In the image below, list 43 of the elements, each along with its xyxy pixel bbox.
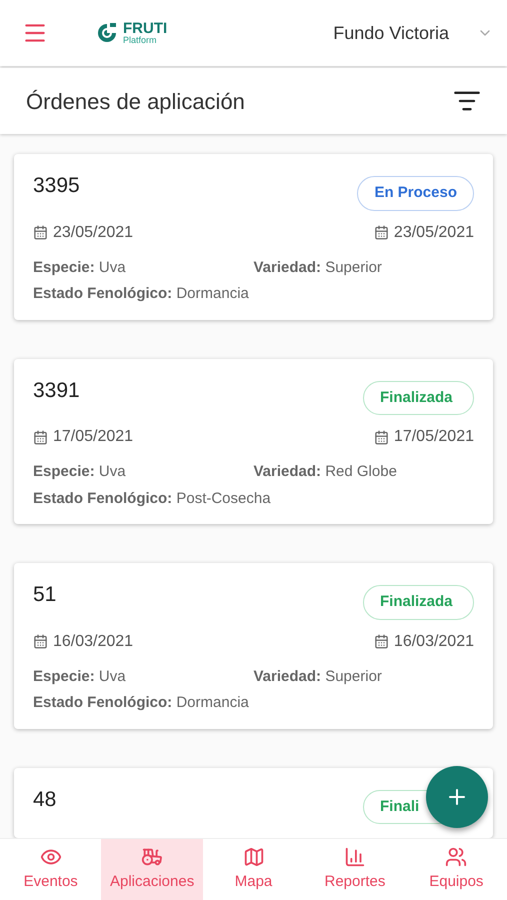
calendar-icon (33, 430, 48, 444)
field-text: Especie: Uva (33, 462, 127, 482)
status-badge: Finalizada (363, 585, 474, 620)
end-date: 17/05/2021 (394, 427, 474, 447)
field-text: Especie: Uva (33, 258, 127, 278)
order-number: 3395 (33, 173, 80, 199)
nav-tab[interactable]: Mapa (202, 839, 304, 900)
users-icon (445, 846, 468, 868)
order-card[interactable]: 3391 Finalizada 17/05/2021 17/05/2021 Especie: Uva Variedad: Red Globe Estado Fenológico: Post-Cosecha (14, 358, 493, 524)
field-text: Variedad: Red Globe (254, 462, 398, 482)
map-icon (242, 846, 265, 868)
status-badge: En Proceso (357, 176, 474, 210)
calendar-icon (374, 634, 389, 649)
brand-name: FRUTI (123, 21, 168, 36)
order-number: 48 (33, 786, 56, 812)
calendar-icon (33, 634, 48, 649)
start-date: 17/05/2021 (53, 427, 134, 447)
order-number: 3391 (33, 378, 80, 404)
nav-tab[interactable]: Equipos (406, 839, 507, 900)
nav-tab[interactable]: Eventos (0, 839, 102, 900)
page-title: Órdenes de aplicación (26, 88, 245, 116)
field-text: Estado Fenológico: Dormancia (33, 284, 250, 304)
order-card[interactable]: 48 Finali (14, 768, 493, 838)
calendar-icon (33, 225, 48, 240)
field-text: Estado Fenológico: Post-Cosecha (33, 488, 272, 508)
order-card[interactable]: 51 Finalizada 16/03/2021 16/03/2021 Especie: Uva Variedad: Superior Estado Fenológico: Dormancia (14, 563, 493, 728)
nav-tab[interactable]: Reportes (304, 839, 406, 900)
end-date: 23/05/2021 (394, 222, 474, 242)
calendar-icon (374, 225, 389, 240)
field-text: Especie: Uva (33, 666, 127, 686)
farm-select[interactable]: Fundo Victoria (333, 20, 493, 46)
bar-chart-icon (344, 846, 366, 868)
field-text: Variedad: Superior (254, 666, 383, 686)
start-date: 23/05/2021 (53, 222, 134, 242)
field-text: Estado Fenológico: Dormancia (33, 693, 250, 713)
field-text: Variedad: Superior (254, 258, 383, 278)
calendar-icon (374, 430, 389, 444)
start-date: 16/03/2021 (53, 632, 134, 652)
end-date: 16/03/2021 (394, 632, 474, 652)
order-card[interactable]: 3395 En Proceso 23/05/2021 23/05/2021 Especie: Uva Variedad: Superior Estado Fenológico: Dormancia (14, 154, 493, 320)
status-badge: Finalizada (363, 380, 474, 415)
brand-subtitle: Platform (123, 36, 158, 45)
order-number: 51 (33, 582, 56, 608)
